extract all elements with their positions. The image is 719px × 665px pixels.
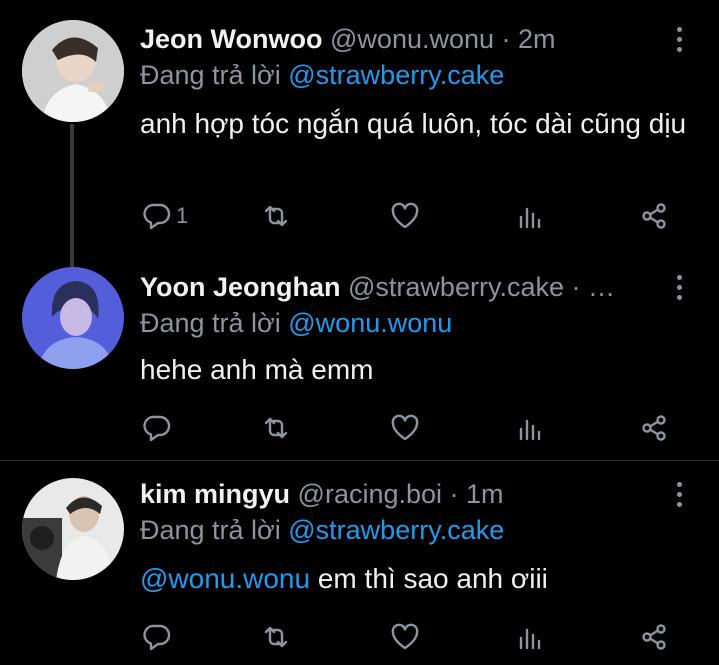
tweet-3[interactable]: kim mingyu @racing.boi · 1m Đang trả lời…	[0, 461, 719, 665]
like-icon	[391, 623, 419, 650]
retweet-icon	[264, 417, 288, 439]
reply-to-mention[interactable]: @strawberry.cake	[288, 515, 504, 545]
more-icon[interactable]	[664, 270, 694, 304]
share-icon	[642, 415, 666, 441]
more-icon[interactable]	[664, 477, 694, 511]
username[interactable]: @racing.boi	[298, 479, 442, 509]
reply-button[interactable]: 1	[140, 198, 188, 234]
reply-icon	[143, 415, 171, 442]
avatar[interactable]	[22, 267, 124, 369]
reply-icon	[143, 624, 171, 651]
retweet-button[interactable]	[260, 198, 292, 234]
reply-to-mention[interactable]: @wonu.wonu	[288, 308, 452, 338]
analytics-icon	[519, 628, 541, 650]
tweet-2[interactable]: Yoon Jeonghan @strawberry.cake · … Đang …	[0, 267, 719, 460]
share-icon	[642, 203, 666, 229]
tweet-header: kim mingyu @racing.boi · 1m	[140, 477, 504, 511]
username[interactable]: @strawberry.cake	[348, 272, 564, 302]
tweet-header: Yoon Jeonghan @strawberry.cake · …	[140, 270, 615, 304]
avatar[interactable]	[22, 478, 124, 580]
body-text: em thì sao anh ơiii	[310, 563, 548, 594]
username[interactable]: @wonu.wonu	[330, 24, 494, 54]
reply-button[interactable]	[140, 619, 176, 655]
display-name[interactable]: Yoon Jeonghan	[140, 272, 341, 302]
avatar-image	[22, 267, 124, 369]
like-button[interactable]	[389, 619, 421, 655]
timestamp[interactable]: …	[588, 272, 615, 302]
tweet-text: hehe anh mà emm	[140, 354, 374, 385]
display-name[interactable]: kim mingyu	[140, 479, 290, 509]
like-icon	[391, 414, 419, 441]
avatar-image	[22, 20, 124, 122]
reply-to-mention[interactable]: @strawberry.cake	[288, 60, 504, 90]
share-button[interactable]	[638, 198, 670, 234]
analytics-button[interactable]	[514, 198, 546, 234]
body-mention[interactable]: @wonu.wonu	[140, 563, 310, 594]
tweet-1[interactable]: Jeon Wonwoo @wonu.wonu · 2m Đang trả lời…	[0, 0, 719, 270]
reply-prefix: Đang trả lời	[140, 308, 289, 338]
timestamp[interactable]: 1m	[466, 479, 504, 509]
like-icon	[391, 202, 419, 229]
avatar[interactable]	[22, 20, 124, 122]
retweet-button[interactable]	[260, 619, 292, 655]
more-icon[interactable]	[664, 22, 694, 56]
retweet-button[interactable]	[260, 410, 292, 446]
reply-context: Đang trả lời @strawberry.cake	[140, 513, 504, 547]
analytics-icon	[519, 419, 541, 441]
share-button[interactable]	[638, 619, 670, 655]
tweet-text: @wonu.wonu em thì sao anh ơiii	[140, 559, 700, 598]
share-button[interactable]	[638, 410, 670, 446]
tweet-actions	[140, 619, 680, 655]
reply-prefix: Đang trả lời	[140, 60, 289, 90]
like-button[interactable]	[389, 198, 421, 234]
share-icon	[642, 624, 666, 650]
analytics-button[interactable]	[514, 410, 546, 446]
reply-context: Đang trả lời @strawberry.cake	[140, 58, 504, 92]
reply-button[interactable]	[140, 410, 176, 446]
tweet-text: anh hợp tóc ngắn quá luôn, tóc dài cũng …	[140, 108, 687, 139]
separator: ·	[442, 479, 467, 509]
reply-context: Đang trả lời @wonu.wonu	[140, 306, 452, 340]
separator: ·	[563, 272, 588, 302]
retweet-icon	[264, 205, 288, 227]
reply-count: 1	[176, 203, 189, 228]
like-button[interactable]	[389, 410, 421, 446]
tweet-actions	[140, 410, 680, 446]
tweet-header: Jeon Wonwoo @wonu.wonu · 2m	[140, 22, 556, 56]
avatar-image	[22, 478, 124, 580]
timestamp[interactable]: 2m	[518, 24, 556, 54]
analytics-button[interactable]	[514, 619, 546, 655]
display-name[interactable]: Jeon Wonwoo	[140, 24, 323, 54]
separator: ·	[494, 24, 519, 54]
retweet-icon	[264, 626, 288, 648]
reply-icon	[143, 203, 171, 230]
analytics-icon	[519, 207, 541, 229]
tweet-actions: 1	[140, 198, 680, 234]
reply-prefix: Đang trả lời	[140, 515, 289, 545]
